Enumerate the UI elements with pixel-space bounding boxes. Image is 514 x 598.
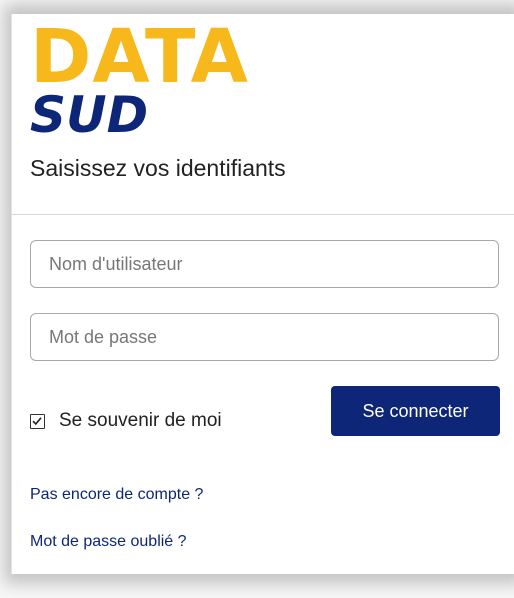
remember-me-toggle[interactable]: Se souvenir de moi (30, 410, 222, 432)
login-button[interactable]: Se connecter (331, 386, 500, 436)
remember-me-label: Se souvenir de moi (59, 410, 222, 431)
divider (11, 214, 514, 215)
checkmark-icon (32, 416, 42, 425)
forgot-password-link[interactable]: Mot de passe oublié ? (30, 533, 187, 551)
remember-me-checkbox[interactable] (30, 413, 45, 429)
username-input[interactable] (30, 240, 499, 288)
page-subtitle: Saisissez vos identifiants (30, 155, 286, 181)
signup-link[interactable]: Pas encore de compte ? (30, 486, 203, 504)
logo: DATA SUD (30, 20, 249, 140)
password-input[interactable] (30, 313, 499, 361)
login-screen: DATA SUD Saisissez vos identifiants Se s… (0, 0, 514, 598)
logo-data-text: DATA (30, 14, 249, 100)
